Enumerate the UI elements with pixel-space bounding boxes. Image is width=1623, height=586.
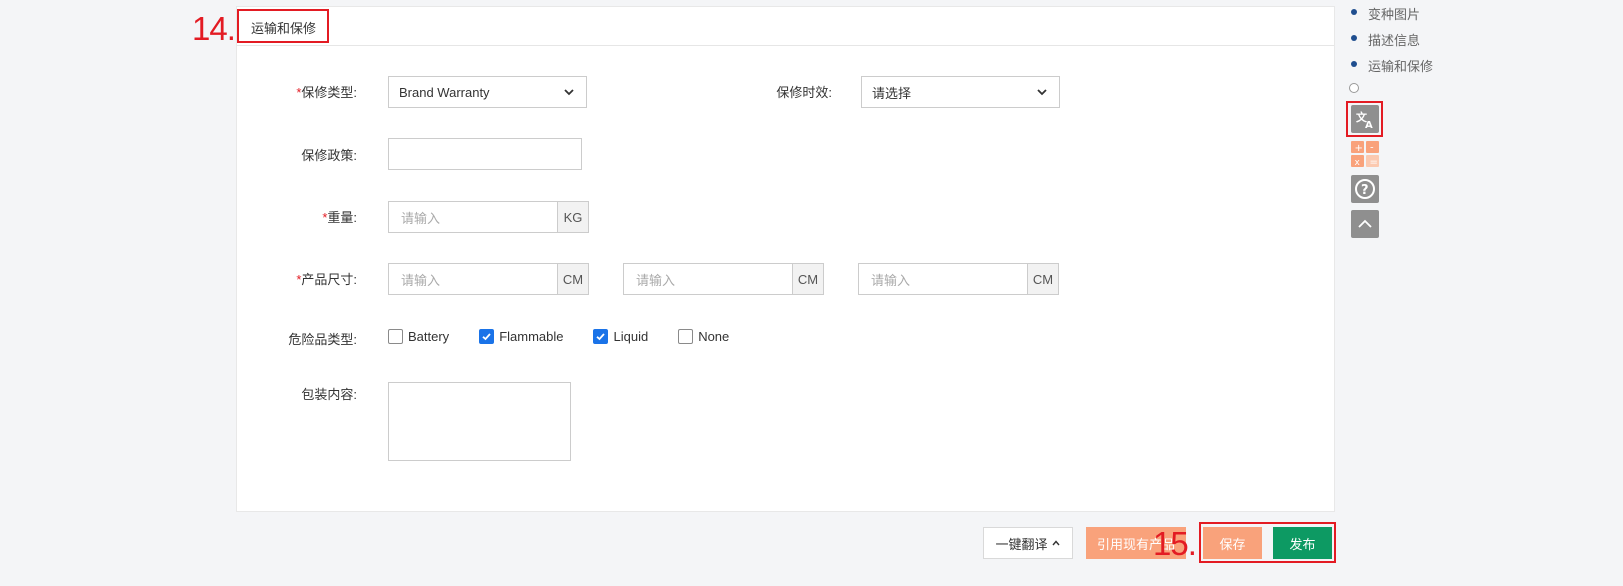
shipping-warranty-card: 运输和保修 *保修类型: Brand Warranty 保修时效: 请选择 保修… bbox=[236, 6, 1335, 512]
side-nav-item-variant-images[interactable]: 变种图片 bbox=[1368, 4, 1420, 23]
nav-dot bbox=[1351, 61, 1357, 67]
save-button[interactable]: 保存 bbox=[1203, 527, 1262, 559]
save-button-label: 保存 bbox=[1219, 536, 1246, 552]
one-click-translate-button[interactable]: 一键翻译 bbox=[983, 527, 1073, 559]
side-nav-item-description[interactable]: 描述信息 bbox=[1368, 30, 1420, 49]
weight-unit: KG bbox=[558, 201, 589, 233]
annotation-box-section-title bbox=[237, 9, 329, 43]
checkbox-flammable[interactable]: Flammable bbox=[479, 329, 563, 344]
warranty-period-label: 保修时效: bbox=[712, 82, 832, 101]
checkbox-label: None bbox=[698, 329, 730, 344]
checkbox-label: Battery bbox=[408, 329, 450, 344]
translate-button-label: 一键翻译 bbox=[995, 536, 1048, 552]
checkbox-label: Liquid bbox=[613, 329, 649, 344]
publish-button[interactable]: 发布 bbox=[1273, 527, 1332, 559]
warranty-period-value: 请选择 bbox=[872, 85, 912, 101]
help-icon[interactable]: ? bbox=[1351, 175, 1379, 203]
warranty-type-label-text: 保修类型: bbox=[301, 85, 357, 100]
chevron-up-icon bbox=[1051, 540, 1060, 546]
nav-dot bbox=[1351, 9, 1357, 15]
dimensions-label-text: 产品尺寸: bbox=[301, 272, 357, 287]
nav-ring-indicator bbox=[1349, 83, 1359, 93]
nav-dot bbox=[1351, 35, 1357, 41]
weight-placeholder: 请输入 bbox=[401, 210, 441, 226]
package-contents-label-text: 包装内容: bbox=[301, 387, 357, 402]
card-header: 运输和保修 bbox=[237, 7, 1334, 46]
annotation-number-14: 14. bbox=[192, 10, 236, 47]
package-contents-label: 包装内容: bbox=[237, 384, 357, 403]
checkmark-icon bbox=[482, 333, 491, 341]
checkbox-box[interactable] bbox=[388, 329, 403, 344]
svg-text:+: + bbox=[1355, 143, 1363, 154]
side-nav-item-shipping-warranty[interactable]: 运输和保修 bbox=[1368, 56, 1433, 75]
calculator-icon[interactable]: + - x = bbox=[1351, 141, 1380, 169]
weight-label-text: 重量: bbox=[327, 210, 357, 225]
checkbox-box[interactable] bbox=[678, 329, 694, 344]
warranty-policy-label: 保修政策: bbox=[237, 145, 357, 164]
warranty-type-select[interactable]: Brand Warranty bbox=[388, 76, 587, 108]
calculator-glyph: + - x = bbox=[1351, 141, 1379, 168]
chevron-up-icon[interactable] bbox=[1351, 210, 1379, 238]
svg-text:x: x bbox=[1355, 158, 1361, 168]
svg-text:-: - bbox=[1370, 143, 1374, 154]
checkbox-liquid[interactable]: Liquid bbox=[593, 329, 648, 344]
annotation-number-15: 15. bbox=[1153, 525, 1197, 562]
dangerous-goods-label: 危险品类型: bbox=[237, 329, 357, 348]
warranty-policy-input[interactable] bbox=[388, 138, 582, 170]
chevron-down-icon bbox=[1037, 89, 1047, 96]
warranty-type-label: *保修类型: bbox=[237, 82, 357, 101]
dimension-width-input[interactable]: 请输入 bbox=[623, 263, 793, 295]
checkbox-battery[interactable]: Battery bbox=[388, 329, 449, 344]
checkbox-box[interactable] bbox=[593, 329, 609, 344]
checkbox-label: Flammable bbox=[499, 329, 564, 344]
translate-icon[interactable]: 文 A bbox=[1351, 105, 1379, 133]
dimension-length-input[interactable]: 请输入 bbox=[388, 263, 558, 295]
warranty-period-label-text: 保修时效: bbox=[776, 85, 832, 100]
dimension-height-input[interactable]: 请输入 bbox=[858, 263, 1028, 295]
svg-text:A: A bbox=[1365, 120, 1373, 130]
dimensions-label: *产品尺寸: bbox=[237, 269, 357, 288]
dangerous-goods-label-text: 危险品类型: bbox=[288, 332, 357, 347]
dimension-height-placeholder: 请输入 bbox=[871, 272, 911, 288]
svg-text:?: ? bbox=[1361, 183, 1369, 198]
weight-label: *重量: bbox=[237, 207, 357, 226]
warranty-policy-label-text: 保修政策: bbox=[301, 148, 357, 163]
translate-glyph: 文 A bbox=[1356, 110, 1373, 130]
warranty-period-select[interactable]: 请选择 bbox=[861, 76, 1060, 108]
question-mark-glyph: ? bbox=[1355, 179, 1375, 199]
scroll-top-glyph bbox=[1358, 219, 1372, 228]
dimension-width-placeholder: 请输入 bbox=[636, 272, 676, 288]
checkmark-icon bbox=[596, 333, 606, 341]
checkbox-box[interactable] bbox=[479, 329, 495, 344]
dimension-length-placeholder: 请输入 bbox=[401, 272, 441, 288]
checkbox-none[interactable]: None bbox=[678, 329, 729, 344]
chevron-down-icon bbox=[564, 89, 574, 96]
svg-text:=: = bbox=[1370, 157, 1378, 168]
dimension-height-unit: CM bbox=[1028, 263, 1059, 295]
dimension-length-unit: CM bbox=[558, 263, 589, 295]
weight-input[interactable]: 请输入 bbox=[388, 201, 558, 233]
dangerous-goods-options: Battery Flammable Liquid None bbox=[388, 329, 729, 344]
dimension-width-unit: CM bbox=[793, 263, 824, 295]
package-contents-textarea[interactable] bbox=[388, 382, 571, 461]
publish-button-label: 发布 bbox=[1289, 536, 1316, 552]
warranty-type-value: Brand Warranty bbox=[399, 84, 490, 100]
